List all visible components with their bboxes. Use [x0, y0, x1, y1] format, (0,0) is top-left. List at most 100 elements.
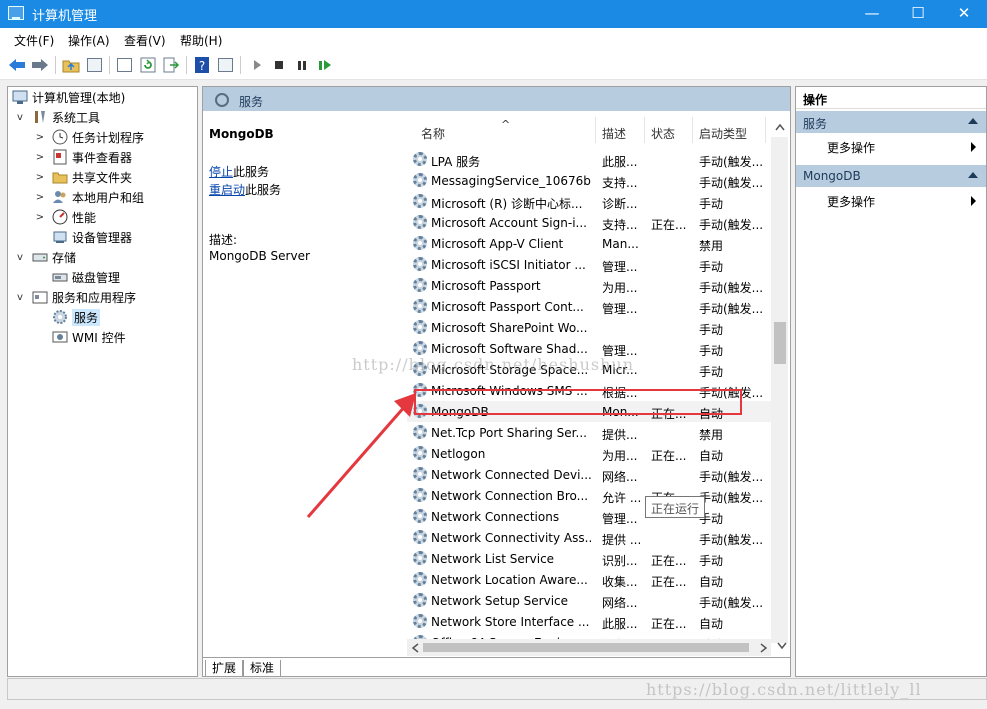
column-description[interactable]: 描述 — [602, 125, 626, 142]
chevron-down-icon[interactable]: v — [14, 252, 26, 263]
chevron-right-icon[interactable]: > — [34, 192, 46, 203]
table-row[interactable]: Microsoft SharePoint Wo... 手动 — [407, 317, 771, 338]
scroll-left-icon[interactable] — [411, 643, 419, 653]
service-desc-cell: 提供 ... — [602, 533, 642, 547]
properties-icon[interactable] — [114, 55, 134, 75]
tab-extended[interactable]: 扩展 — [205, 660, 244, 676]
collapse-icon[interactable] — [968, 172, 978, 178]
start-service-icon[interactable] — [247, 55, 267, 75]
table-row[interactable]: Microsoft App-V Client Man... 禁用 — [407, 233, 771, 254]
table-row[interactable]: Microsoft (R) 诊断中心标... 诊断... 手动 — [407, 191, 771, 212]
svg-text:?: ? — [199, 59, 205, 73]
stop-service-icon[interactable] — [269, 55, 289, 75]
service-name-cell: Net.Tcp Port Sharing Ser... — [431, 426, 587, 440]
table-row[interactable]: LPA 服务 此服... 手动(触发... — [407, 149, 771, 170]
table-row[interactable]: Net.Tcp Port Sharing Ser... 提供... 禁用 — [407, 422, 771, 443]
submenu-arrow-icon — [971, 142, 976, 152]
chevron-right-icon[interactable]: > — [34, 172, 46, 183]
tree-item-performance[interactable]: > 性能 — [34, 207, 96, 227]
horizontal-scrollbar[interactable] — [407, 639, 787, 656]
tree-item-wmi-control[interactable]: WMI 控件 — [52, 327, 126, 347]
folder-icon — [52, 169, 68, 185]
service-startup-cell: 手动 — [699, 197, 724, 211]
service-startup-cell: 手动 — [699, 260, 724, 274]
chevron-down-icon[interactable]: v — [14, 292, 26, 303]
horizontal-scroll-thumb[interactable] — [423, 643, 749, 652]
close-button[interactable]: ✕ — [941, 0, 987, 28]
chevron-down-icon[interactable]: v — [14, 112, 26, 123]
column-divider[interactable] — [595, 117, 596, 143]
tab-standard[interactable]: 标准 — [243, 660, 282, 676]
service-status-cell: 正在... — [651, 449, 687, 463]
column-divider[interactable] — [692, 117, 693, 143]
chevron-right-icon[interactable]: > — [34, 212, 46, 223]
export-list-icon[interactable] — [161, 55, 181, 75]
back-icon[interactable] — [7, 55, 27, 75]
tree-item-disk-management[interactable]: 磁盘管理 — [52, 267, 120, 287]
actions-section-mongodb[interactable]: MongoDB — [796, 165, 986, 187]
table-row[interactable]: Network List Service 识别... 正在... 手动 — [407, 548, 771, 569]
show-hide-tree-icon[interactable] — [84, 55, 104, 75]
tree-item-event-viewer[interactable]: > 事件查看器 — [34, 147, 132, 167]
table-row[interactable]: Network Connection Bro...允许 ...正在...手动(触… — [407, 485, 771, 506]
tree-item-services-applications[interactable]: v 服务和应用程序 — [14, 287, 136, 307]
tree-item-services[interactable]: 服务 — [52, 307, 101, 327]
collapse-icon[interactable] — [968, 118, 978, 124]
scroll-down-icon[interactable] — [777, 642, 787, 650]
restart-service-link[interactable]: 重启动 — [209, 183, 245, 197]
table-row[interactable]: Network Setup Service 网络... 手动(触发... — [407, 590, 771, 611]
table-row[interactable]: Microsoft iSCSI Initiator ... 管理... 手动 — [407, 254, 771, 275]
table-row[interactable]: Netlogon 为用... 正在... 自动 — [407, 443, 771, 464]
show-action-pane-icon[interactable] — [215, 55, 235, 75]
chevron-right-icon[interactable]: > — [34, 152, 46, 163]
vertical-scroll-thumb[interactable] — [774, 322, 786, 364]
stop-service-link[interactable]: 停止 — [209, 165, 233, 179]
menu-file[interactable]: 文件(F) — [14, 32, 54, 49]
tree-item-local-users-groups[interactable]: > 本地用户和组 — [34, 187, 144, 207]
more-actions-services[interactable]: 更多操作 — [827, 139, 875, 156]
tree-item-system-tools[interactable]: v 系统工具 — [14, 107, 100, 127]
service-desc-cell: 收集... — [602, 575, 638, 589]
menu-action[interactable]: 操作(A) — [68, 32, 110, 49]
column-status[interactable]: 状态 — [651, 125, 675, 142]
vertical-scrollbar[interactable] — [771, 123, 788, 643]
service-startup-cell: 自动 — [699, 617, 724, 631]
pause-service-icon[interactable] — [292, 55, 312, 75]
column-divider[interactable] — [644, 117, 645, 143]
table-row[interactable]: Network Connected Devi... 网络... 手动(触发... — [407, 464, 771, 485]
table-row[interactable]: Network Connectivity Ass... 提供 ... 手动(触发..… — [407, 527, 771, 548]
scroll-up-icon[interactable] — [775, 123, 785, 131]
refresh-icon[interactable] — [138, 55, 158, 75]
column-divider[interactable] — [765, 117, 766, 143]
table-row[interactable]: Network Store Interface ... 此服... 正在... 自动 — [407, 611, 771, 632]
tree-item-device-manager[interactable]: 设备管理器 — [52, 227, 132, 247]
restart-service-icon[interactable] — [315, 55, 335, 75]
table-row[interactable]: Network Location Aware... 收集... 正在... 自动 — [407, 569, 771, 590]
tree-item-computer-management[interactable]: 计算机管理(本地) — [12, 87, 125, 107]
table-row[interactable]: Microsoft Account Sign-i... 支持... 正在... 手动(… — [407, 212, 771, 233]
column-startup-type[interactable]: 启动类型 — [699, 125, 747, 142]
up-folder-icon[interactable] — [61, 55, 81, 75]
chevron-right-icon[interactable]: > — [34, 132, 46, 143]
service-startup-cell: 手动(触发... — [699, 533, 764, 547]
table-row[interactable]: MessagingService_10676b 支持... 手动(触发... — [407, 170, 771, 191]
tree-item-storage[interactable]: v 存储 — [14, 247, 76, 267]
service-startup-cell: 自动 — [699, 449, 724, 463]
service-startup-cell: 手动 — [699, 512, 724, 526]
maximize-button[interactable]: ☐ — [895, 0, 941, 28]
actions-section-services[interactable]: 服务 — [796, 111, 986, 133]
forward-icon[interactable] — [30, 55, 50, 75]
scroll-right-icon[interactable] — [760, 643, 768, 653]
menu-view[interactable]: 查看(V) — [124, 32, 166, 49]
tree-item-shared-folders[interactable]: > 共享文件夹 — [34, 167, 132, 187]
event-viewer-icon — [52, 149, 68, 165]
minimize-button[interactable]: — — [849, 0, 895, 28]
menu-help[interactable]: 帮助(H) — [180, 32, 222, 49]
tree-item-task-scheduler[interactable]: > 任务计划程序 — [34, 127, 144, 147]
help-icon[interactable]: ? — [192, 55, 212, 75]
more-actions-mongodb[interactable]: 更多操作 — [827, 193, 875, 210]
table-row[interactable]: Microsoft Passport Cont... 管理... 手动(触发... — [407, 296, 771, 317]
column-name[interactable]: 名称 — [421, 125, 445, 142]
table-row[interactable]: Microsoft Passport 为用... 手动(触发... — [407, 275, 771, 296]
table-row[interactable]: Network Connections 管理... 手动 — [407, 506, 771, 527]
